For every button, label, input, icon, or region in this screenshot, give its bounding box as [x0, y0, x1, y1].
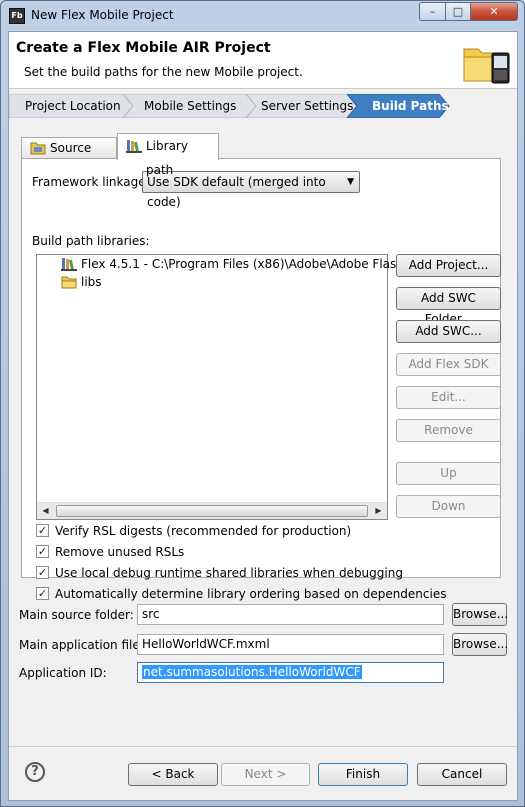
down-button[interactable]: Down	[396, 495, 501, 518]
folder-with-phone-icon	[463, 48, 510, 84]
checkbox-label: Automatically determine library ordering…	[55, 587, 447, 601]
checkbox-label: Verify RSL digests (recommended for prod…	[55, 524, 352, 538]
help-icon[interactable]: ?	[25, 762, 45, 782]
step-label: Project Location	[25, 99, 121, 113]
framework-linkage-label: Framework linkage:	[32, 175, 150, 189]
page-subtitle: Set the build paths for the new Mobile p…	[24, 65, 303, 79]
app-id-value: net.summasolutions.HelloWorldWCF	[142, 665, 362, 679]
main-source-folder-label: Main source folder:	[19, 608, 134, 622]
remove-button[interactable]: Remove	[396, 419, 501, 442]
verify-rsl-checkbox[interactable]: ✓ Verify RSL digests (recommended for pr…	[36, 523, 351, 539]
browse-app-file-button[interactable]: Browse...	[452, 633, 508, 656]
page-title: Create a Flex Mobile AIR Project	[16, 40, 271, 56]
build-path-library-list[interactable]: Flex 4.5.1 - C:\Program Files (x86)\Adob…	[36, 254, 430, 520]
scrollbar-thumb[interactable]	[56, 505, 368, 517]
checkbox-label: Remove unused RSLs	[55, 545, 185, 559]
main-app-file-input[interactable]: HelloWorldWCF.mxml	[137, 634, 444, 655]
list-item-libs[interactable]: libs	[61, 275, 102, 289]
title-bar[interactable]: Fb New Flex Mobile Project – □ ✕	[1, 1, 524, 31]
step-label: Build Paths	[372, 99, 449, 113]
add-project-button[interactable]: Add Project...	[396, 254, 501, 277]
add-flex-sdk-button[interactable]: Add Flex SDK	[396, 353, 501, 376]
window-title: New Flex Mobile Project	[31, 8, 174, 22]
list-item-flex-sdk[interactable]: Flex 4.5.1 - C:\Program Files (x86)\Adob…	[61, 257, 430, 271]
maximize-button[interactable]: □	[445, 2, 471, 21]
dialog-window: Fb New Flex Mobile Project – □ ✕ Create …	[0, 0, 525, 807]
minimize-button[interactable]: –	[419, 2, 446, 21]
footer-divider	[9, 746, 517, 747]
step-project-location[interactable]: Project Location	[9, 94, 121, 118]
remove-unused-rsls-checkbox[interactable]: ✓ Remove unused RSLs	[36, 544, 184, 560]
list-item-label: Flex 4.5.1 - C:\Program Files (x86)\Adob…	[81, 257, 431, 271]
auto-library-ordering-checkbox[interactable]: ✓ Automatically determine library orderi…	[36, 586, 446, 602]
wizard-steps: Project Location Mobile Settings Server …	[9, 94, 517, 118]
scroll-left-icon[interactable]: ◀	[37, 503, 54, 519]
edit-button[interactable]: Edit...	[396, 386, 501, 409]
flash-builder-icon: Fb	[9, 8, 25, 24]
library-path-panel: Framework linkage: Use SDK default (merg…	[21, 158, 501, 601]
folder-icon	[61, 276, 77, 289]
scroll-right-icon[interactable]: ▶	[370, 503, 387, 519]
chevron-down-icon: ▼	[347, 177, 354, 187]
close-button[interactable]: ✕	[470, 2, 518, 21]
browse-source-folder-button[interactable]: Browse...	[452, 603, 508, 626]
finish-button[interactable]: Finish	[318, 763, 408, 786]
cancel-button[interactable]: Cancel	[417, 763, 507, 786]
tab-library-path[interactable]: Library path	[117, 133, 219, 177]
up-button[interactable]: Up	[396, 462, 501, 485]
step-build-paths[interactable]: Build Paths	[356, 94, 449, 118]
step-label: Server Settings	[261, 99, 354, 113]
list-item-label: libs	[81, 275, 102, 289]
horizontal-scrollbar[interactable]: ◀ ▶	[37, 502, 387, 519]
framework-linkage-value: Use SDK default (merged into code)	[147, 175, 326, 209]
checkmark-icon: ✓	[36, 524, 49, 537]
checkbox-label: Use local debug runtime shared libraries…	[55, 566, 403, 580]
checkmark-icon: ✓	[36, 566, 49, 579]
source-folder-icon	[30, 142, 46, 155]
next-button[interactable]: Next >	[221, 763, 310, 786]
app-id-input[interactable]: net.summasolutions.HelloWorldWCF	[137, 662, 444, 683]
add-swc-button[interactable]: Add SWC...	[396, 320, 501, 343]
checkmark-icon: ✓	[36, 587, 49, 600]
library-books-icon	[126, 140, 142, 153]
checkmark-icon: ✓	[36, 545, 49, 558]
framework-linkage-select[interactable]: Use SDK default (merged into code) ▼	[142, 171, 360, 209]
step-mobile-settings[interactable]: Mobile Settings	[128, 94, 236, 118]
step-server-settings[interactable]: Server Settings	[245, 94, 353, 118]
use-local-debug-checkbox[interactable]: ✓ Use local debug runtime shared librari…	[36, 565, 403, 581]
library-books-icon	[61, 258, 77, 271]
main-app-file-label: Main application file:	[19, 638, 144, 652]
step-label: Mobile Settings	[144, 99, 237, 113]
wizard-header: Create a Flex Mobile AIR Project Set the…	[9, 32, 517, 89]
app-id-label: Application ID:	[19, 666, 107, 680]
main-source-folder-input[interactable]: src	[137, 604, 444, 625]
back-button[interactable]: < Back	[128, 763, 218, 786]
tab-source-path[interactable]: Source path	[21, 137, 117, 175]
add-swc-folder-button[interactable]: Add SWC Folder...	[396, 287, 501, 326]
dialog-client: Create a Flex Mobile AIR Project Set the…	[8, 31, 518, 801]
build-path-label: Build path libraries:	[32, 234, 150, 248]
